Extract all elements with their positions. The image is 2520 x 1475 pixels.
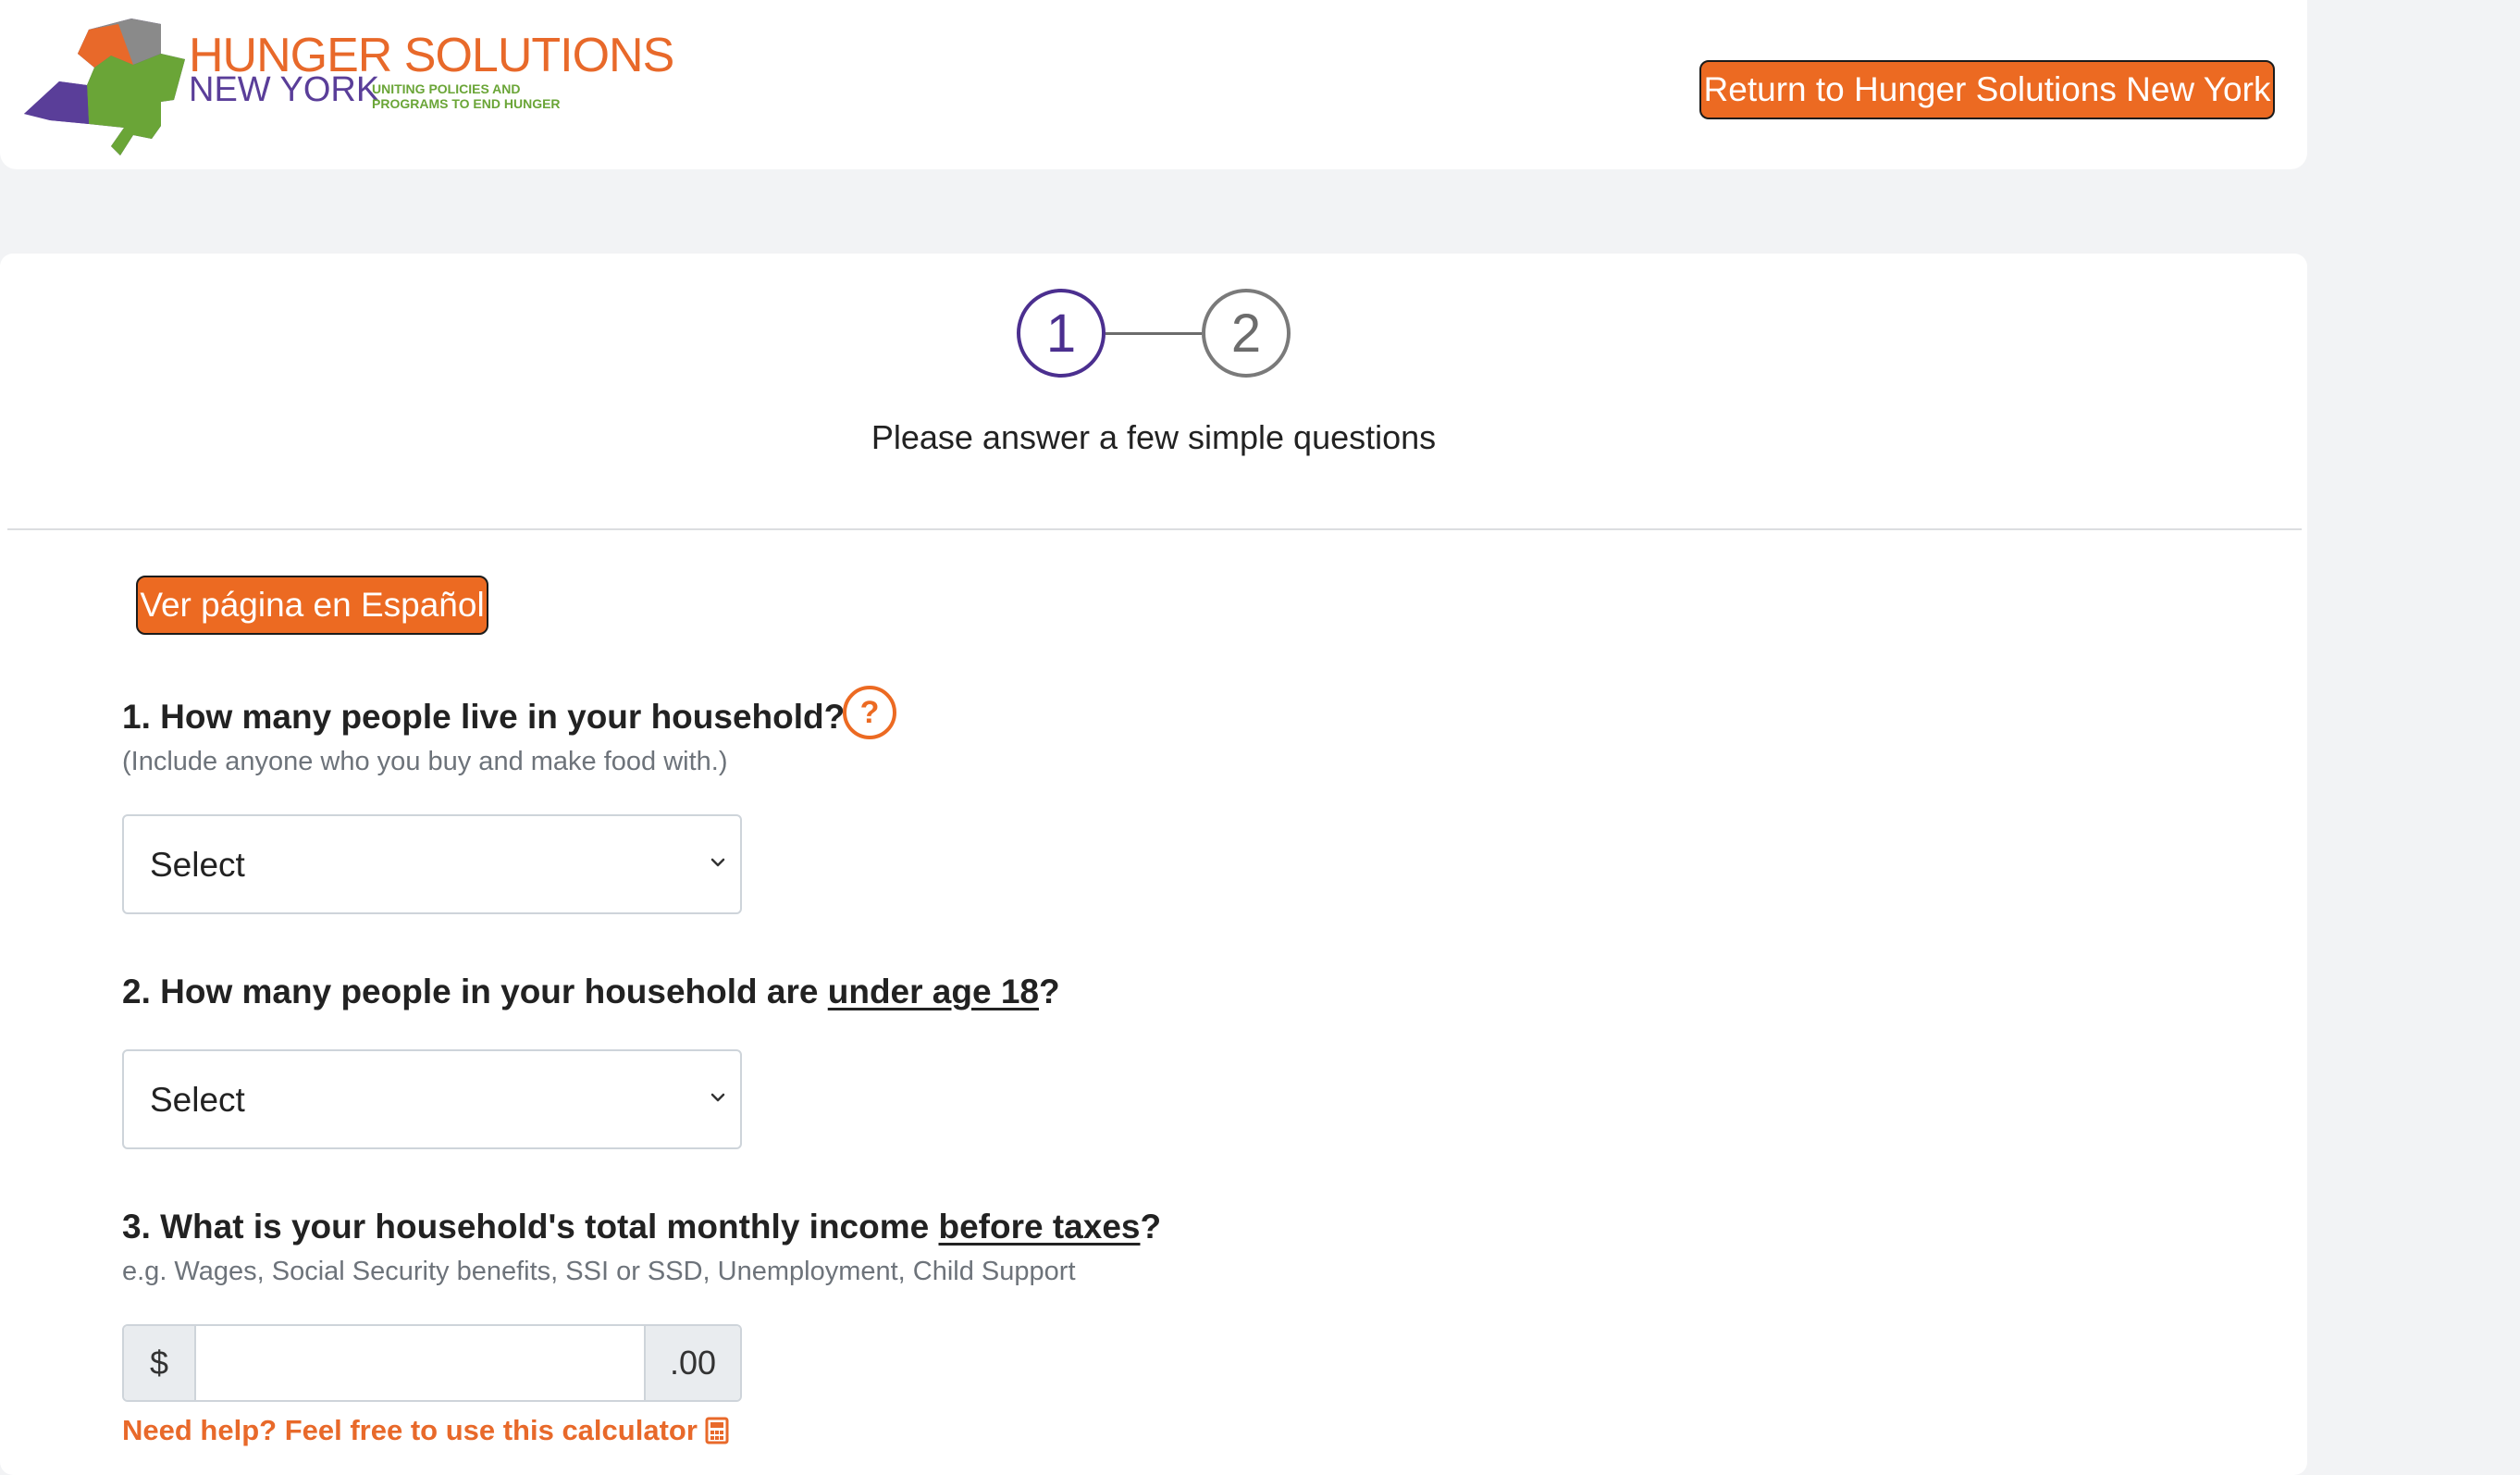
- question-2-emphasis: under age 18: [827, 973, 1040, 1010]
- question-1-label: 1. How many people live in your househol…: [122, 698, 846, 736]
- question-1-hint: (Include anyone who you buy and make foo…: [122, 747, 728, 776]
- step-connector: [1106, 332, 1202, 335]
- logo-tagline: UNITING POLICIES AND PROGRAMS TO END HUN…: [372, 81, 561, 111]
- return-to-hsny-button[interactable]: Return to Hunger Solutions New York: [1699, 60, 2275, 119]
- question-2-label: 2. How many people in your household are…: [122, 973, 1060, 1011]
- question-2-suffix: ?: [1039, 973, 1060, 1010]
- household-size-select[interactable]: Select: [122, 814, 742, 914]
- calculator-link-text: Need help? Feel free to use this calcula…: [122, 1414, 698, 1446]
- step-2-indicator: 2: [1202, 289, 1291, 378]
- select-value: Select: [150, 846, 245, 884]
- section-divider: [7, 528, 2302, 530]
- question-3-suffix: ?: [1140, 1208, 1162, 1246]
- new-york-state-logo-icon: [24, 19, 185, 155]
- spanish-page-button[interactable]: Ver página en Español: [136, 576, 488, 635]
- header-bar: HUNGER SOLUTIONS NEW YORK UNITING POLICI…: [0, 0, 2307, 169]
- calculator-help-link[interactable]: Need help? Feel free to use this calcula…: [122, 1414, 729, 1447]
- logo-subtitle: NEW YORK: [189, 70, 380, 109]
- question-3-prefix: 3. What is your household's total monthl…: [122, 1208, 939, 1246]
- question-circle-icon[interactable]: ?: [843, 686, 896, 739]
- select-value: Select: [150, 1081, 245, 1119]
- hunger-solutions-logo[interactable]: HUNGER SOLUTIONS NEW YORK UNITING POLICI…: [22, 17, 674, 155]
- question-2-prefix: 2. How many people in your household are: [122, 973, 828, 1010]
- income-input-group: $ .00: [122, 1324, 742, 1402]
- question-3-hint: e.g. Wages, Social Security benefits, SS…: [122, 1257, 1076, 1286]
- calculator-icon: [705, 1417, 729, 1444]
- question-3-emphasis: before taxes: [938, 1208, 1141, 1246]
- chevron-down-icon: [710, 858, 725, 867]
- step-1-indicator: 1: [1017, 289, 1106, 378]
- dollar-prefix: $: [124, 1326, 196, 1400]
- chevron-down-icon: [710, 1093, 725, 1102]
- monthly-income-input[interactable]: [196, 1326, 648, 1400]
- question-3-label: 3. What is your household's total monthl…: [122, 1208, 1161, 1246]
- children-count-select[interactable]: Select: [122, 1049, 742, 1149]
- stepper-caption: Please answer a few simple questions: [871, 418, 1437, 456]
- cents-suffix: .00: [644, 1326, 740, 1400]
